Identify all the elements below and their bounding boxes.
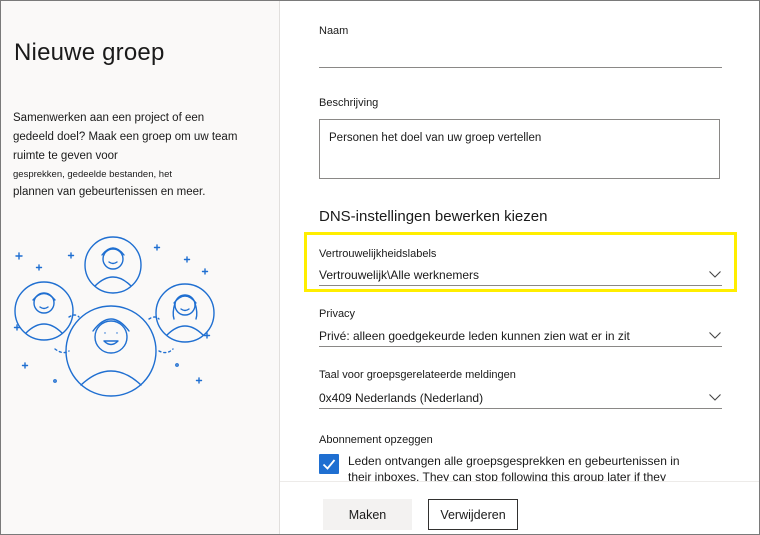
description-input[interactable]: Personen het doel van uw groep vertellen [319, 119, 720, 179]
create-button[interactable]: Maken [323, 499, 412, 530]
sensitivity-dropdown[interactable]: Vertrouwelijk\Alle werknemers [319, 265, 722, 286]
subscription-label: Abonnement opzeggen [319, 434, 433, 446]
section-title: DNS-instellingen bewerken kiezen [319, 208, 548, 225]
avatar [155, 283, 215, 343]
form-panel: Naam Beschrijving Personen het doel van … [280, 1, 759, 534]
name-input[interactable] [319, 47, 722, 68]
chevron-down-icon [709, 394, 721, 401]
description-label: Beschrijving [319, 97, 379, 109]
checkmark-icon [322, 459, 336, 470]
language-label: Taal voor groepsgerelateerde meldingen [319, 369, 516, 381]
discard-button[interactable]: Verwijderen [428, 499, 518, 530]
desc-line-2: gedeeld doel? Maak een groep om uw team [13, 131, 238, 143]
page-title: Nieuwe groep [14, 39, 165, 66]
privacy-value: Privé: alleen goedgekeurde leden kunnen … [319, 329, 630, 343]
subscription-checkbox[interactable] [319, 454, 339, 474]
chevron-down-icon [709, 271, 721, 278]
avatar [14, 281, 74, 341]
desc-line-5: plannen van gebeurtenissen en meer. [13, 186, 206, 198]
avatar [65, 305, 157, 397]
desc-line-1: Samenwerken aan een project of een [13, 112, 205, 124]
description-placeholder: Personen het doel van uw groep vertellen [329, 132, 542, 144]
people-group-illustration [13, 236, 215, 397]
info-panel: Nieuwe groep Samenwerken aan een project… [1, 1, 280, 534]
language-value: 0x409 Nederlands (Nederland) [319, 391, 484, 405]
desc-line-3: ruimte te geven voor [13, 150, 118, 162]
sensitivity-value: Vertrouwelijk\Alle werknemers [319, 268, 480, 282]
name-label: Naam [319, 25, 349, 37]
language-dropdown[interactable]: 0x409 Nederlands (Nederland) [319, 388, 722, 409]
privacy-dropdown[interactable]: Privé: alleen goedgekeurde leden kunnen … [319, 326, 722, 347]
dialog-footer: Maken Verwijderen [280, 481, 759, 534]
avatar [84, 236, 142, 294]
group-description-text: Samenwerken aan een project of een gedee… [13, 109, 253, 202]
privacy-label: Privacy [319, 308, 356, 320]
chevron-down-icon [709, 332, 721, 339]
new-group-dialog: Nieuwe groep Samenwerken aan een project… [0, 0, 760, 535]
sensitivity-label: Vertrouwelijkheidslabels [319, 248, 437, 260]
subscription-text-line-1: Leden ontvangen alle groepsgesprekken en… [348, 454, 680, 468]
desc-line-4: gesprekken, gedeelde bestanden, het [13, 169, 172, 180]
